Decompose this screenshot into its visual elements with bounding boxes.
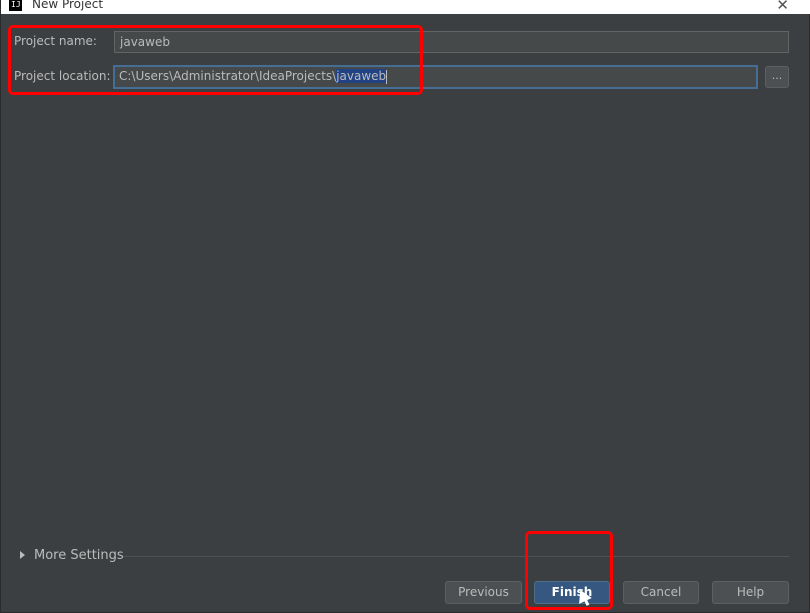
title-bar: IJ New Project ✕ bbox=[1, 0, 810, 14]
window-title: New Project bbox=[32, 0, 104, 11]
text-caret bbox=[386, 69, 388, 84]
cancel-button[interactable]: Cancel bbox=[623, 581, 699, 604]
project-location-label: Project location: bbox=[14, 69, 111, 83]
project-name-label: Project name: bbox=[14, 34, 97, 48]
separator-line bbox=[123, 556, 789, 557]
more-settings-toggle[interactable]: More Settings bbox=[20, 548, 124, 563]
project-location-prefix: C:\Users\Administrator\IdeaProjects\ bbox=[119, 69, 337, 83]
project-location-input[interactable]: C:\Users\Administrator\IdeaProjects\java… bbox=[113, 65, 758, 89]
project-location-selection: javaweb bbox=[336, 69, 387, 83]
project-name-input[interactable]: javaweb bbox=[114, 31, 789, 53]
intellij-icon: IJ bbox=[9, 0, 22, 11]
finish-button[interactable]: Finish bbox=[534, 581, 610, 604]
new-project-dialog: IJ New Project ✕ Project name: javaweb P… bbox=[0, 0, 810, 613]
expand-triangle-icon bbox=[20, 550, 25, 559]
previous-button[interactable]: Previous bbox=[445, 581, 522, 604]
help-button[interactable]: Help bbox=[712, 581, 789, 604]
close-icon[interactable]: ✕ bbox=[776, 0, 789, 14]
project-name-value: javaweb bbox=[120, 35, 170, 49]
more-settings-label: More Settings bbox=[34, 548, 124, 563]
browse-button[interactable]: ... bbox=[765, 66, 789, 88]
